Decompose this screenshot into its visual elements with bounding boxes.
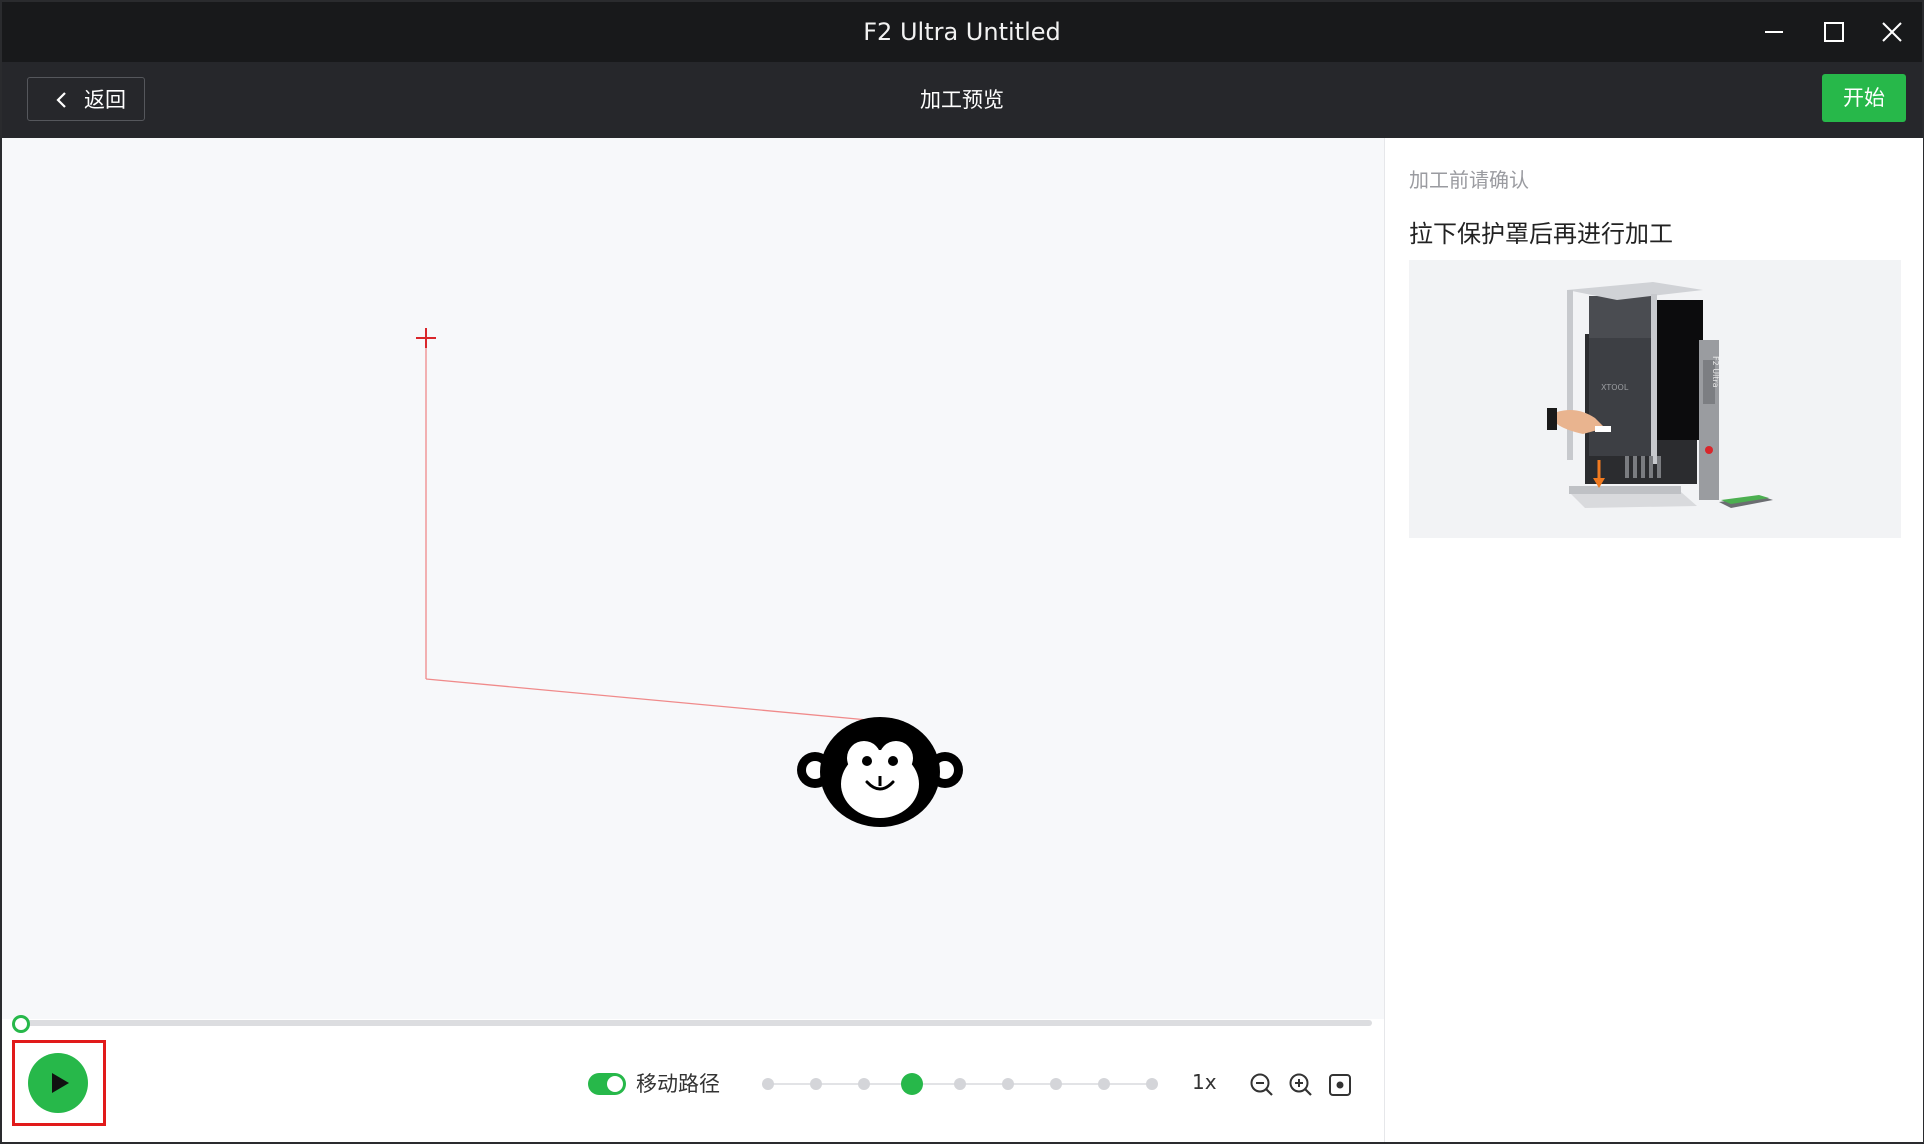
preview-canvas[interactable]	[2, 138, 1384, 1019]
speed-slider[interactable]	[756, 1070, 1158, 1098]
move-path-diagonal	[425, 678, 869, 721]
close-icon	[1882, 22, 1902, 42]
start-button[interactable]: 开始	[1822, 74, 1906, 122]
speed-level-dot[interactable]	[1002, 1078, 1014, 1090]
zoom-out-icon[interactable]	[1249, 1072, 1275, 1098]
confirm-subtitle: 加工前请确认	[1409, 168, 1529, 192]
progress-track[interactable]	[18, 1020, 1372, 1026]
toolpath-overlay	[416, 328, 869, 721]
progress-knob[interactable]	[12, 1015, 30, 1033]
monkey-design-icon	[797, 717, 963, 827]
speed-level-dot[interactable]	[858, 1078, 870, 1090]
speed-level-dot[interactable]	[1098, 1078, 1110, 1090]
move-path-toggle[interactable]	[588, 1073, 626, 1095]
zoom-in-icon[interactable]	[1288, 1072, 1314, 1098]
speed-level-dot[interactable]	[1050, 1078, 1062, 1090]
maximize-button[interactable]	[1804, 2, 1864, 62]
fit-view-icon[interactable]	[1327, 1072, 1353, 1098]
move-path-label: 移动路径	[636, 1072, 720, 1096]
toggle-knob	[607, 1076, 623, 1092]
device-brand-text: XTOOL	[1601, 383, 1629, 392]
play-button[interactable]	[28, 1053, 88, 1113]
origin-crosshair-icon	[416, 328, 436, 348]
speed-level-dot[interactable]	[954, 1078, 966, 1090]
speed-level-dot[interactable]	[762, 1078, 774, 1090]
speed-level-dot[interactable]	[1146, 1078, 1158, 1090]
minimize-button[interactable]	[1744, 2, 1804, 62]
device-illustration: XTOOL F2 Ultra	[1409, 260, 1901, 538]
window-title: F2 Ultra Untitled	[863, 18, 1061, 46]
device-model-text: F2 Ultra	[1711, 356, 1720, 388]
title-bar: F2 Ultra Untitled	[2, 2, 1922, 62]
speed-label: 1x	[1192, 1070, 1217, 1094]
minimize-icon	[1765, 31, 1783, 33]
maximize-icon	[1824, 22, 1844, 42]
play-icon	[52, 1073, 69, 1093]
confirm-instruction: 拉下保护罩后再进行加工	[1409, 220, 1673, 248]
speed-slider-thumb[interactable]	[901, 1073, 923, 1095]
speed-level-dot[interactable]	[810, 1078, 822, 1090]
confirm-panel: 加工前请确认 拉下保护罩后再进行加工 XTOOL F2 Ultra	[1384, 138, 1923, 1142]
laser-device-icon: XTOOL F2 Ultra	[1547, 282, 1773, 508]
close-button[interactable]	[1862, 2, 1922, 62]
toolbar: 返回 加工预览 开始	[2, 62, 1922, 138]
page-title: 加工预览	[920, 88, 1004, 112]
app-window: F2 Ultra Untitled 返回 加工预览 开始 移动路径 1x 加工前…	[0, 0, 1924, 1144]
